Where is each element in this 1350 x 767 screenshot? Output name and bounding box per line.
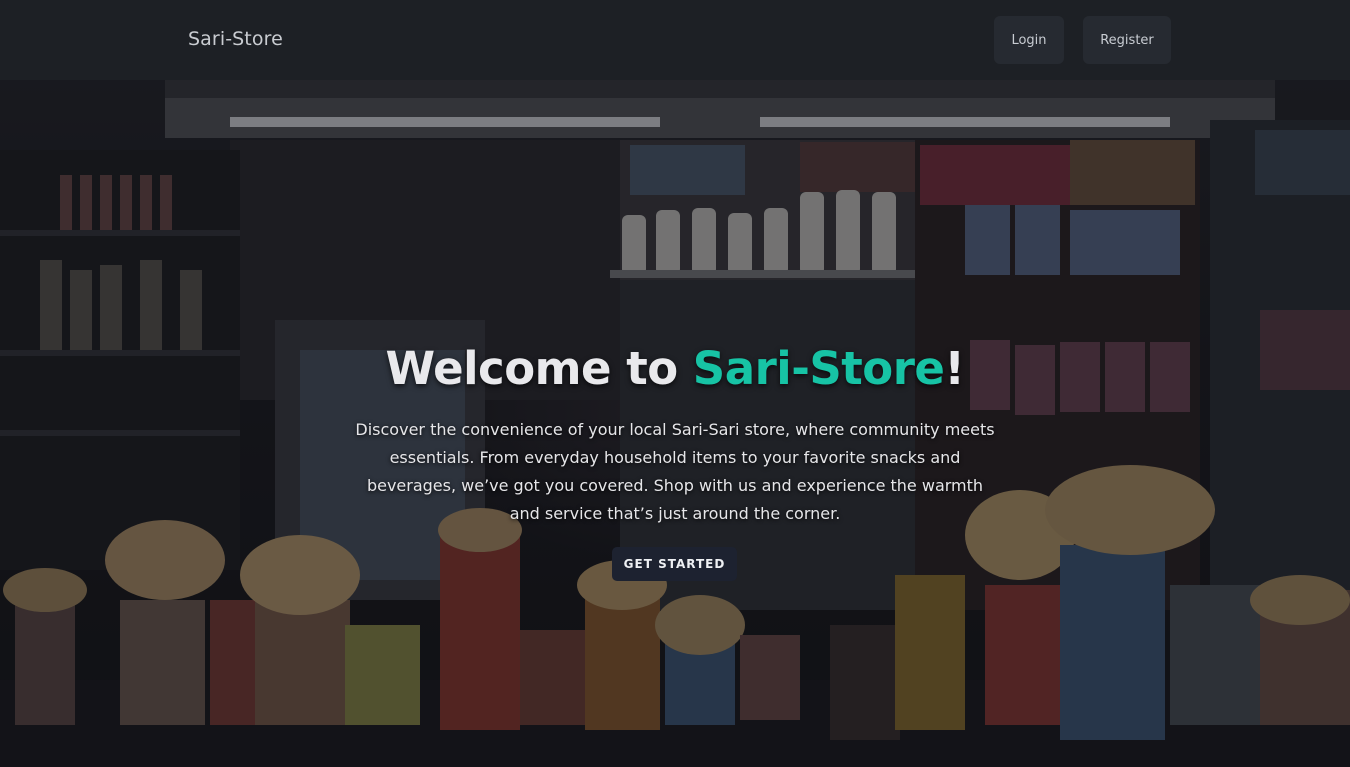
navbar: Sari-Store Login Register <box>0 0 1350 80</box>
hero-title: Welcome to Sari-Store! <box>0 342 1350 395</box>
hero-title-accent: Sari-Store <box>692 342 945 395</box>
hero-title-suffix: ! <box>944 342 965 395</box>
login-button[interactable]: Login <box>994 16 1064 64</box>
brand-logo[interactable]: Sari-Store <box>188 28 283 50</box>
hero-title-prefix: Welcome to <box>385 342 693 395</box>
hero-description: Discover the convenience of your local S… <box>355 420 995 523</box>
register-button[interactable]: Register <box>1083 16 1171 64</box>
hero-content: Welcome to Sari-Store! Discover the conv… <box>0 80 1350 767</box>
get-started-button[interactable]: GET STARTED <box>612 547 737 581</box>
hero-section: Welcome to Sari-Store! Discover the conv… <box>0 80 1350 767</box>
